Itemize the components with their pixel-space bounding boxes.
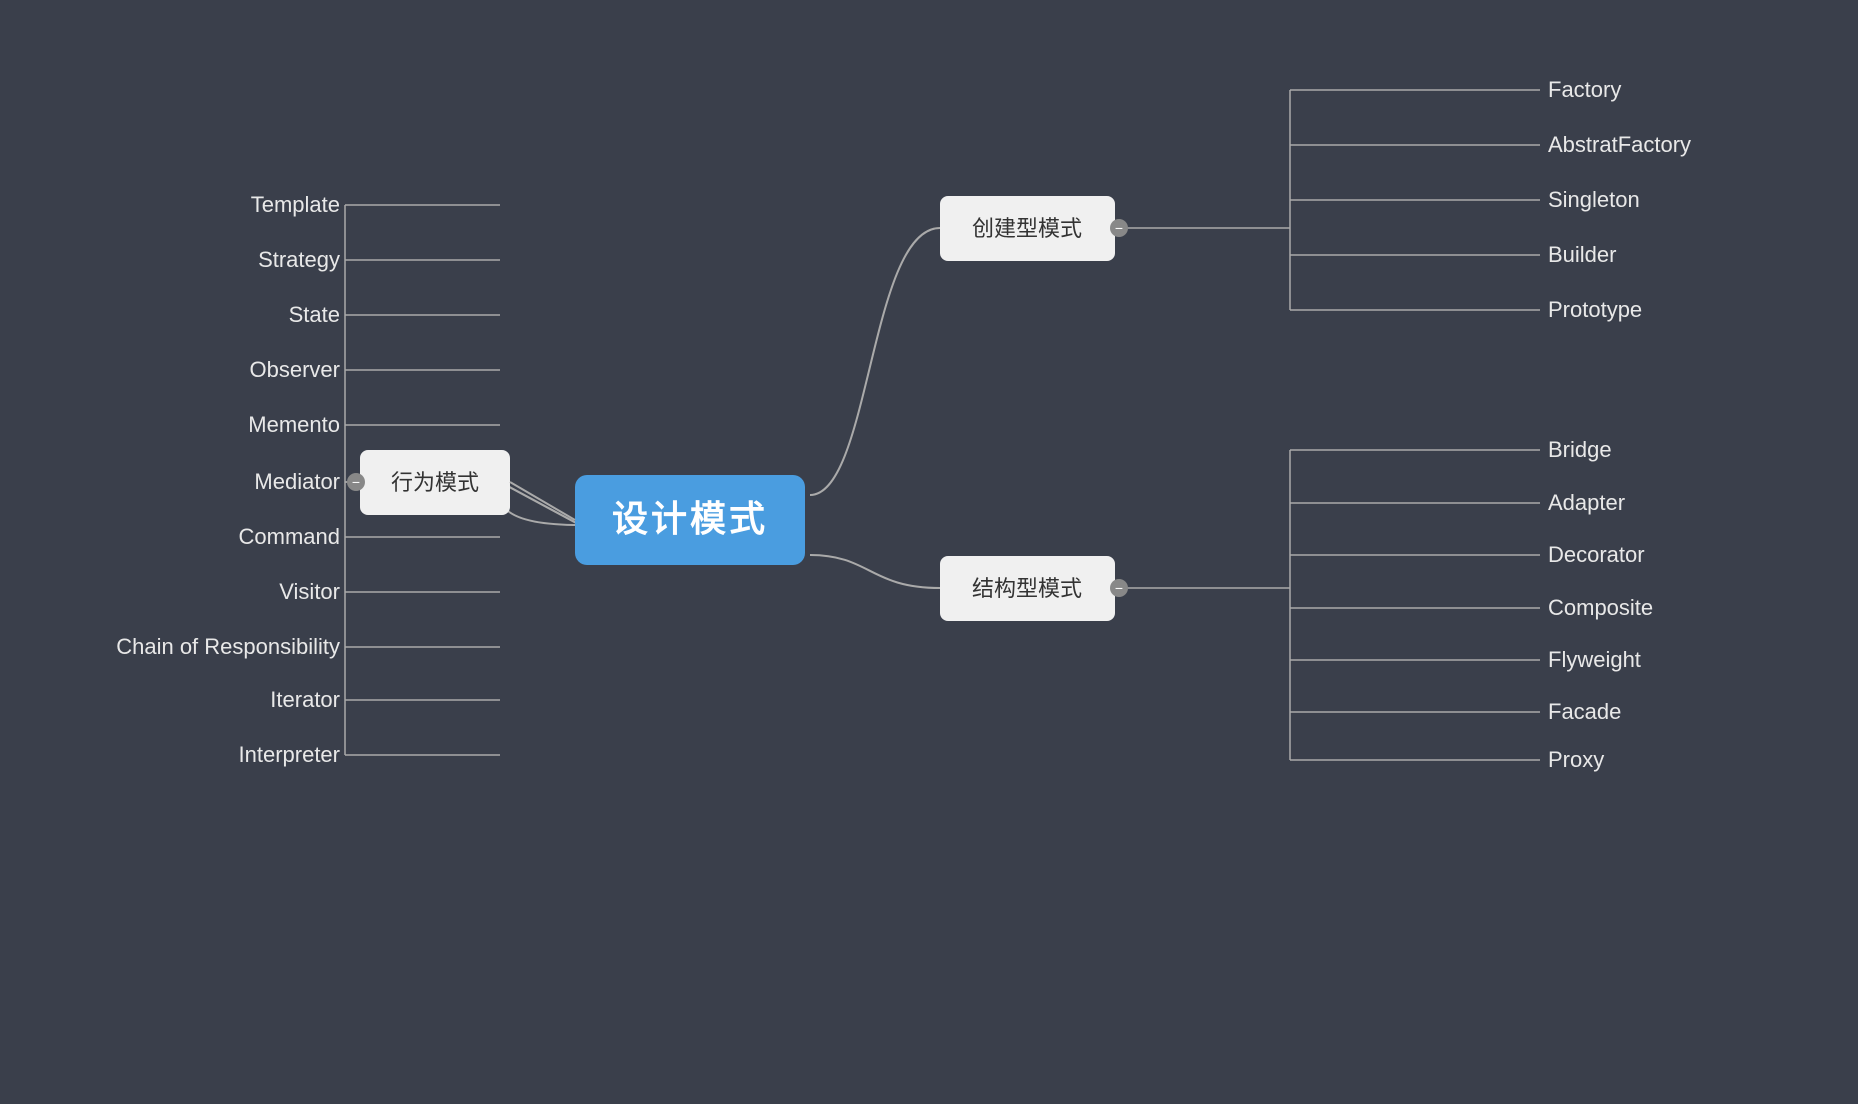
label-observer: Observer [250,357,340,382]
node-chuang-jian-label: 创建型模式 [972,216,1082,241]
label-chain: Chain of Responsibility [116,634,340,659]
label-memento: Memento [248,412,340,437]
svg-text:−: − [352,474,360,490]
node-jie-gou-label: 结构型模式 [972,576,1082,601]
label-template: Template [251,192,340,217]
label-state: State [289,302,340,327]
label-adapter: Adapter [1548,490,1625,515]
svg-text:−: − [1115,580,1123,596]
label-facade: Facade [1548,699,1621,724]
label-mediator: Mediator [254,469,340,494]
label-composite: Composite [1548,595,1653,620]
label-iterator: Iterator [270,687,340,712]
label-builder: Builder [1548,242,1616,267]
label-bridge: Bridge [1548,437,1612,462]
node-xing-wei-label: 行为模式 [391,470,479,495]
label-command: Command [239,524,340,549]
label-proxy: Proxy [1548,747,1604,772]
label-abstrat-factory: AbstratFactory [1548,132,1691,157]
label-flyweight: Flyweight [1548,647,1641,672]
label-prototype: Prototype [1548,297,1642,322]
label-strategy: Strategy [258,247,340,272]
label-visitor: Visitor [279,579,340,604]
label-interpreter: Interpreter [239,742,341,767]
label-decorator: Decorator [1548,542,1645,567]
svg-text:−: − [1115,220,1123,236]
node-center-label: 设计模式 [612,498,768,539]
label-singleton: Singleton [1548,187,1640,212]
label-factory: Factory [1548,77,1621,102]
